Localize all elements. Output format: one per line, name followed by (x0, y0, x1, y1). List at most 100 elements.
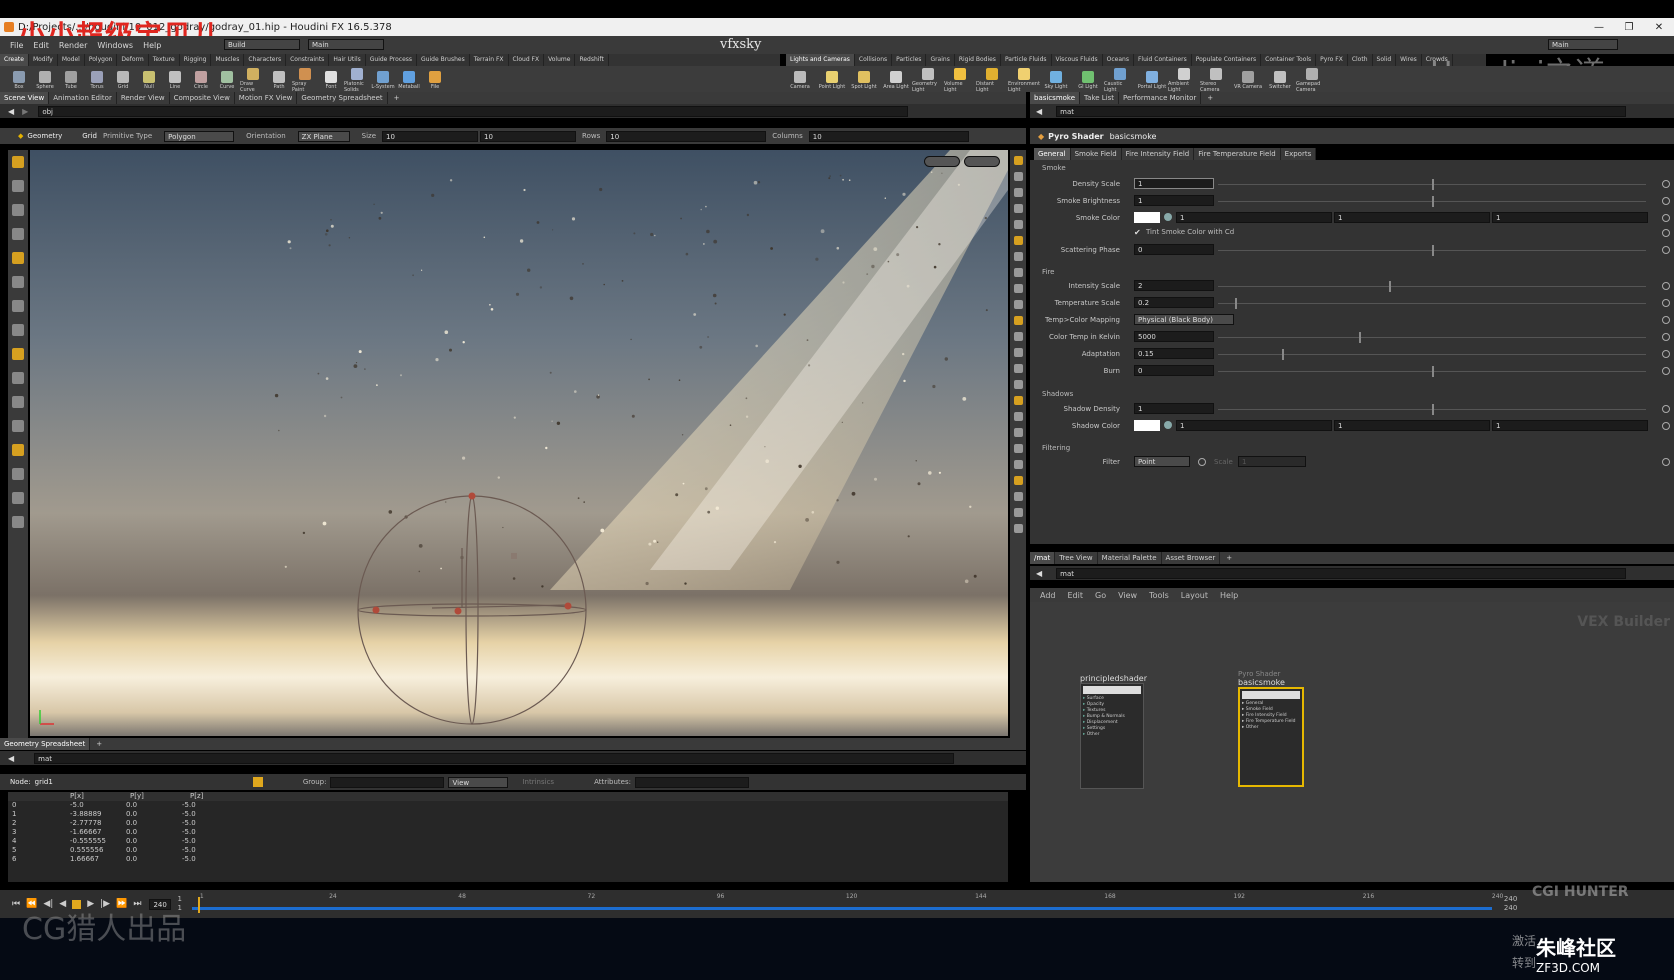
adaptation-slider[interactable] (1218, 349, 1646, 360)
slider-knob[interactable] (1432, 196, 1434, 207)
shelf-tab-deform[interactable]: Deform (117, 54, 149, 66)
temperature-scale-field[interactable]: 0.2 (1134, 297, 1214, 308)
shelf-tab-particle-fluids[interactable]: Particle Fluids (1001, 54, 1052, 66)
viewport-option-icon[interactable] (1013, 444, 1023, 453)
tool-l-system[interactable]: L-System (370, 71, 396, 90)
orientation-select[interactable]: ZX Plane (297, 130, 350, 142)
menu-render[interactable]: Render (59, 41, 87, 50)
gear-icon[interactable] (1662, 458, 1670, 466)
tool-sky-light[interactable]: Sky Light (1040, 71, 1072, 90)
gear-icon[interactable] (1662, 197, 1670, 205)
tool-point-light[interactable]: Point Light (816, 71, 848, 90)
move-icon[interactable] (12, 180, 24, 192)
tool-caustic-light[interactable]: Caustic Light (1104, 68, 1136, 93)
burn-field[interactable]: 0 (1134, 365, 1214, 376)
tool-curve[interactable]: Curve (214, 71, 240, 90)
viewport-option-icon[interactable] (1013, 220, 1023, 229)
persp-dropdown[interactable] (924, 156, 960, 167)
camera-icon[interactable] (12, 420, 24, 432)
gear-icon[interactable] (1662, 316, 1670, 324)
tool-grid[interactable]: Grid (110, 71, 136, 90)
minimize-button[interactable]: — (1584, 22, 1614, 33)
view-dropdown[interactable]: View (448, 776, 509, 788)
slider-knob[interactable] (1432, 179, 1434, 190)
add-tab-icon[interactable]: + (1207, 94, 1213, 102)
viewport-option-icon[interactable] (1013, 380, 1023, 389)
back-icon[interactable]: ◀ (8, 754, 14, 763)
shelf-tab-collisions[interactable]: Collisions (855, 54, 893, 66)
smoke-color-b[interactable]: 1 (1492, 212, 1648, 223)
shelf-tab-modify[interactable]: Modify (29, 54, 58, 66)
smoke-color-g[interactable]: 1 (1334, 212, 1490, 223)
shelf-tab-wires[interactable]: Wires (1396, 54, 1422, 66)
tool-null[interactable]: Null (136, 71, 162, 90)
viewport-option-icon[interactable] (1013, 396, 1023, 405)
tool-sphere[interactable]: Sphere (32, 71, 58, 90)
desktop-dropdown[interactable]: Main (308, 39, 384, 50)
slider-knob[interactable] (1432, 245, 1434, 256)
viewport-option-icon[interactable] (1013, 476, 1023, 485)
viewport-option-icon[interactable] (1013, 156, 1023, 165)
close-button[interactable]: ✕ (1644, 22, 1674, 33)
gear-icon[interactable] (1198, 458, 1206, 466)
menu-view[interactable]: View (1118, 591, 1137, 600)
path-field[interactable]: obj (38, 105, 909, 117)
shelf-tab-rigging[interactable]: Rigging (180, 54, 212, 66)
tab-material-palette[interactable]: Material Palette (1098, 552, 1162, 564)
smoke-brightness-field[interactable]: 1 (1134, 195, 1214, 206)
gear-icon[interactable] (1662, 282, 1670, 290)
gear-icon[interactable] (1662, 333, 1670, 341)
points-icon[interactable] (252, 777, 263, 787)
snap-icon[interactable] (12, 324, 24, 336)
tool-portal-light[interactable]: Portal Light (1136, 71, 1168, 90)
mapping-dropdown[interactable]: Physical (Black Body) (1134, 314, 1234, 325)
viewport[interactable] (30, 150, 1008, 736)
magnet-icon[interactable] (12, 396, 24, 408)
spreadsheet-path-field[interactable]: mat (34, 752, 955, 764)
density-scale-slider[interactable] (1218, 179, 1646, 190)
shadow-color-g[interactable]: 1 (1334, 420, 1490, 431)
viewport-option-icon[interactable] (1013, 364, 1023, 373)
viewport-option-icon[interactable] (1013, 236, 1023, 245)
shelf-tab-cloud-fx[interactable]: Cloud FX (509, 54, 545, 66)
viewport-option-icon[interactable] (1013, 172, 1023, 181)
grid-icon[interactable] (12, 372, 24, 384)
viewport-option-icon[interactable] (1013, 428, 1023, 437)
gear-icon[interactable] (1662, 422, 1670, 430)
adaptation-field[interactable]: 0.15 (1134, 348, 1214, 359)
menu-edit[interactable]: Edit (1068, 591, 1084, 600)
tool-file[interactable]: File (422, 71, 448, 90)
add-tab-icon[interactable]: + (96, 740, 102, 748)
handle-icon[interactable] (12, 276, 24, 288)
node-input[interactable]: ▸ Other (1242, 725, 1300, 731)
shadow-color-b[interactable]: 1 (1492, 420, 1648, 431)
shelf-tab-model[interactable]: Model (58, 54, 85, 66)
menu-go[interactable]: Go (1095, 591, 1106, 600)
shelf-tab-characters[interactable]: Characters (244, 54, 287, 66)
view-icon[interactable] (12, 300, 24, 312)
color-temp-slider[interactable] (1218, 332, 1646, 343)
cam-dropdown[interactable] (964, 156, 1000, 167)
slider-knob[interactable] (1432, 366, 1434, 377)
build-dropdown[interactable]: Build (224, 39, 300, 50)
back-icon[interactable]: ◀ (8, 107, 14, 116)
slider-knob[interactable] (1389, 281, 1392, 292)
tool-distant-light[interactable]: Distant Light (976, 68, 1008, 93)
color-picker-icon[interactable] (1164, 421, 1172, 429)
shelf-tab-populate-containers[interactable]: Populate Containers (1192, 54, 1262, 66)
tool-gi-light[interactable]: GI Light (1072, 71, 1104, 90)
viewport-option-icon[interactable] (1013, 492, 1023, 501)
gear-icon[interactable] (1662, 214, 1670, 222)
tool-area-light[interactable]: Area Light (880, 71, 912, 90)
add-tab-icon[interactable]: + (394, 94, 400, 102)
shelf-tab-create[interactable]: Create (0, 54, 29, 66)
tab-asset-browser[interactable]: Asset Browser (1162, 552, 1221, 564)
rotate-icon[interactable] (12, 204, 24, 216)
viewport-option-icon[interactable] (1013, 204, 1023, 213)
slider-knob[interactable] (1282, 349, 1285, 360)
scattering-phase-slider[interactable] (1218, 245, 1646, 256)
render-icon[interactable] (12, 468, 24, 480)
param-tab-general[interactable]: General (1034, 148, 1071, 160)
tool-path[interactable]: Path (266, 71, 292, 90)
first-frame-icon[interactable]: ⏮ (12, 899, 20, 909)
